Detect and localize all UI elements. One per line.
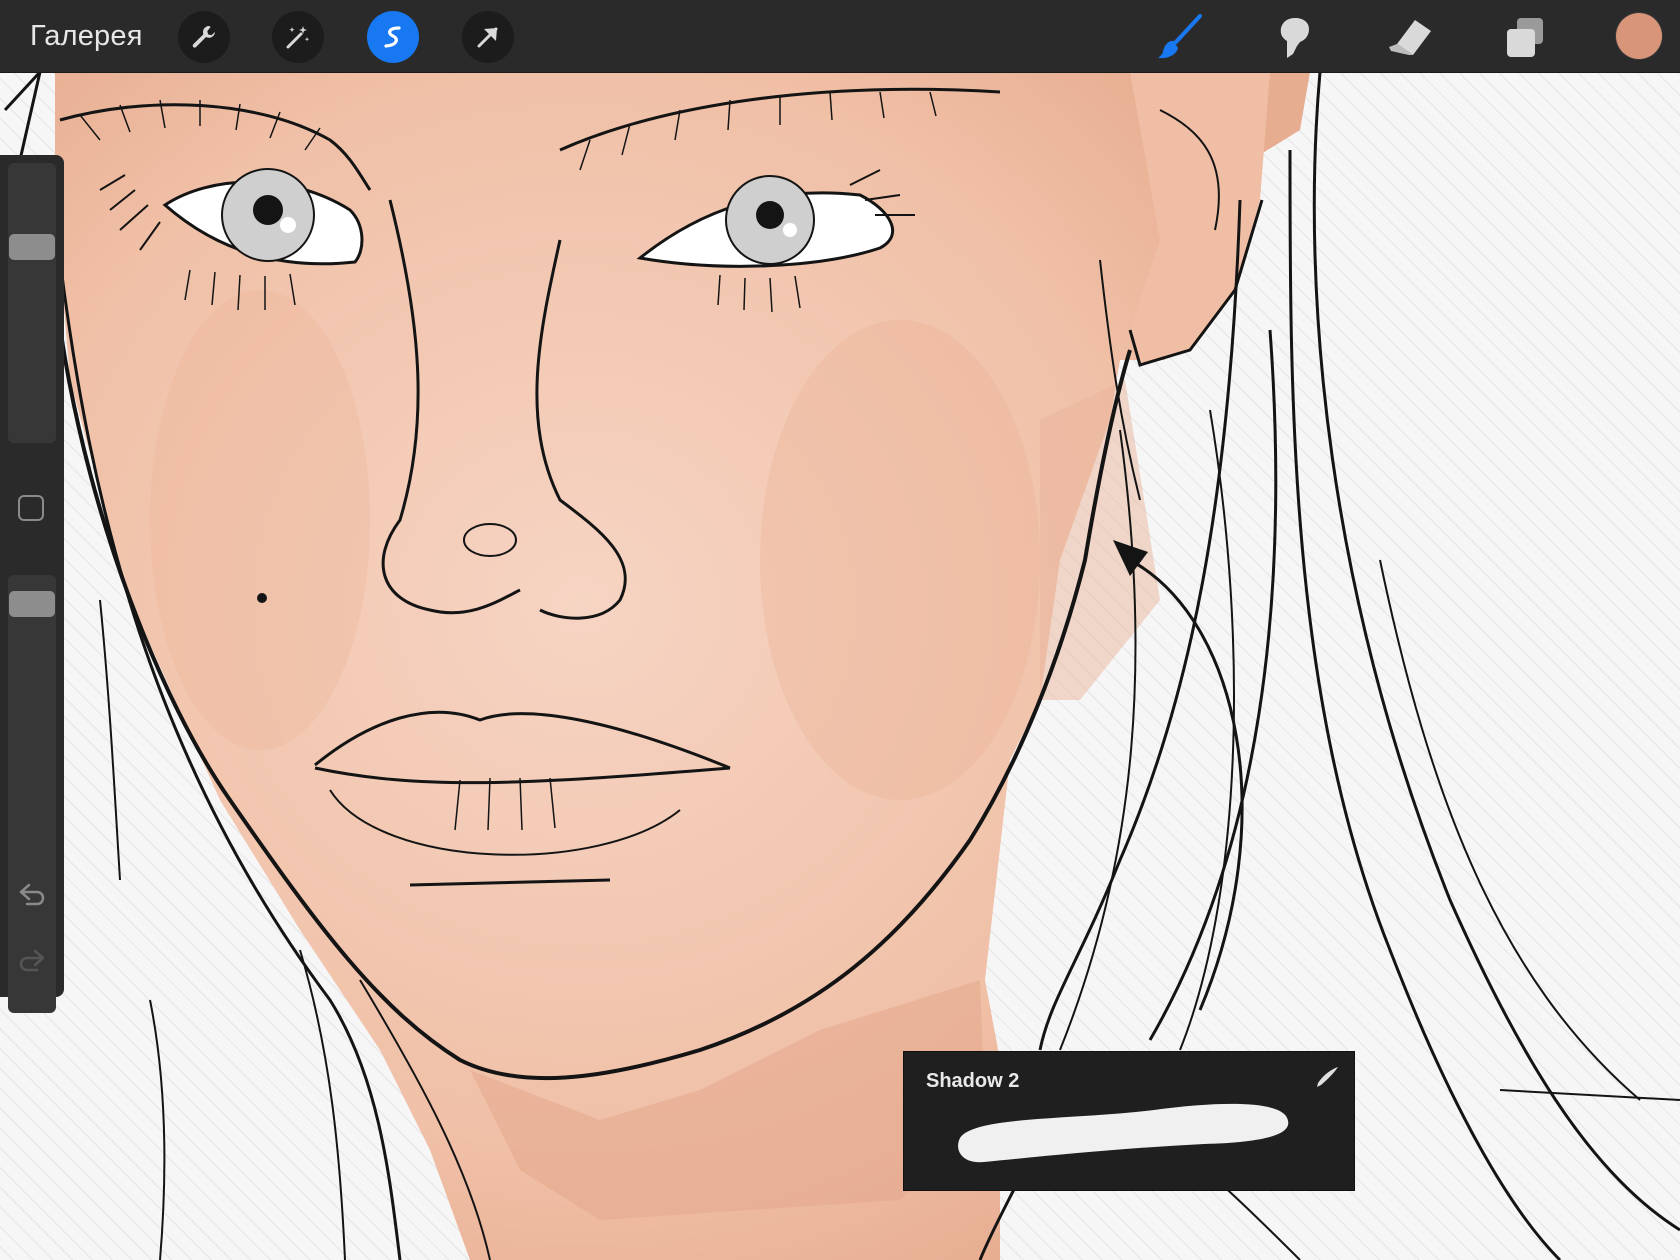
face-illustration (0, 72, 1680, 1260)
brush-size-slider[interactable] (8, 163, 56, 443)
gallery-button[interactable]: Галерея (30, 20, 143, 53)
redo-arrow-icon[interactable] (16, 945, 48, 977)
adjustments-magic-wand-icon[interactable] (272, 11, 324, 63)
left-sidebar (0, 155, 64, 1013)
transform-arrow-icon[interactable] (462, 11, 514, 63)
brush-size-thumb[interactable] (9, 234, 55, 260)
stylus-pressure-icon (1314, 1066, 1340, 1093)
brush-name: Shadow 2 (926, 1070, 1020, 1092)
top-toolbar: Галерея (0, 0, 1680, 72)
brush-stroke-preview (954, 1098, 1314, 1173)
drawing-canvas[interactable] (0, 72, 1680, 1260)
color-picker-swatch[interactable] (1616, 13, 1662, 59)
brush-icon[interactable] (1153, 10, 1209, 64)
smudge-icon[interactable] (1267, 10, 1323, 64)
selection-icon[interactable] (367, 11, 419, 63)
opacity-thumb[interactable] (9, 591, 55, 617)
eraser-icon[interactable] (1382, 10, 1438, 64)
layers-icon[interactable] (1497, 10, 1553, 64)
undo-arrow-icon[interactable] (16, 879, 48, 911)
actions-wrench-icon[interactable] (178, 11, 230, 63)
brush-preview-popup: Shadow 2 (903, 1051, 1355, 1191)
modify-button[interactable] (18, 495, 44, 521)
